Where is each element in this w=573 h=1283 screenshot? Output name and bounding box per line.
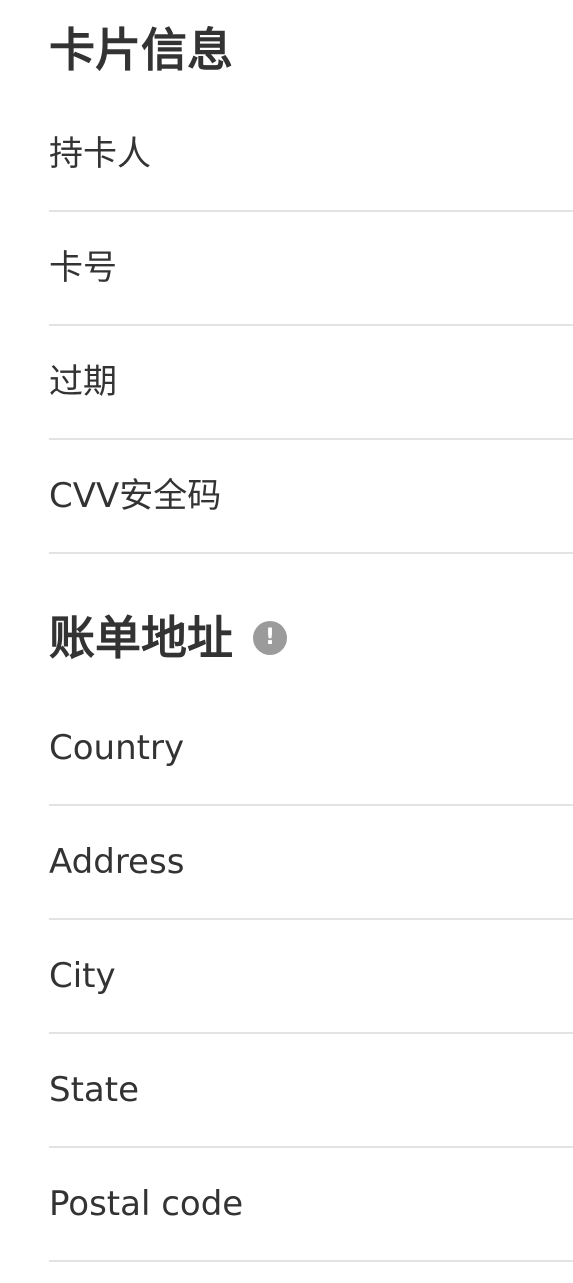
card-info-title-text: 卡片信息 bbox=[49, 23, 233, 77]
postal-code-input[interactable] bbox=[49, 1148, 573, 1260]
billing-address-title-text: 账单地址 bbox=[49, 611, 233, 665]
cvv-field[interactable]: CVV安全码 bbox=[49, 440, 573, 554]
state-input[interactable] bbox=[49, 1034, 573, 1146]
cardholder-input[interactable] bbox=[49, 98, 573, 210]
city-input[interactable] bbox=[49, 920, 573, 1032]
billing-address-title: 账单地址 ! bbox=[49, 608, 287, 668]
address-input[interactable] bbox=[49, 806, 573, 918]
cvv-input[interactable] bbox=[49, 440, 573, 552]
country-field[interactable]: Country bbox=[49, 692, 573, 806]
country-input[interactable] bbox=[49, 692, 573, 804]
exclamation-info-icon[interactable]: ! bbox=[253, 621, 287, 655]
cardholder-field[interactable]: 持卡人 bbox=[49, 98, 573, 212]
state-field[interactable]: State bbox=[49, 1034, 573, 1148]
expiry-input[interactable] bbox=[49, 326, 573, 438]
city-field[interactable]: City bbox=[49, 920, 573, 1034]
address-field[interactable]: Address bbox=[49, 806, 573, 920]
card-number-input[interactable] bbox=[49, 212, 573, 324]
postal-code-field[interactable]: Postal code bbox=[49, 1148, 573, 1262]
card-number-field[interactable]: 卡号 bbox=[49, 212, 573, 326]
card-info-title: 卡片信息 bbox=[49, 20, 233, 80]
expiry-field[interactable]: 过期 bbox=[49, 326, 573, 440]
